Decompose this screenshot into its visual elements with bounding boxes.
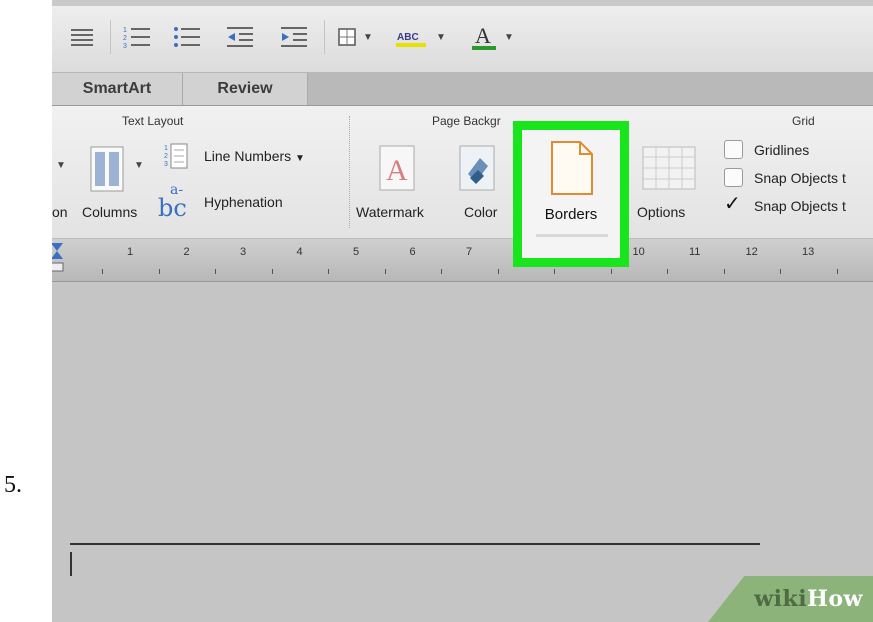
ruler-tick: [328, 269, 329, 274]
ruler-number: 6: [409, 246, 416, 258]
svg-text:2: 2: [123, 35, 127, 42]
ruler-tick: [723, 269, 725, 274]
columns-label[interactable]: Columns: [82, 204, 137, 220]
document-page[interactable]: wikiHow: [52, 282, 873, 622]
page-color-icon[interactable]: [458, 144, 498, 194]
ruler-number: 7: [466, 246, 473, 258]
tab-smartart[interactable]: SmartArt: [52, 73, 183, 105]
table-icon[interactable]: ▼: [334, 20, 376, 54]
wikihow-logo: wikiHow: [754, 586, 863, 612]
ruler-number: 10: [632, 246, 645, 258]
borders-label[interactable]: Borders: [522, 206, 620, 223]
color-label[interactable]: Color: [464, 204, 497, 220]
text-cursor: [70, 552, 72, 576]
wikihow-watermark: wikiHow: [708, 576, 873, 622]
highlight-icon[interactable]: ABC ▼: [392, 20, 450, 54]
columns-icon[interactable]: [90, 146, 130, 194]
ribbon: Text Layout ▼ ▼ on Columns 123 Line Numb…: [52, 106, 873, 239]
page-borders-icon[interactable]: [548, 140, 596, 196]
text-layout-group-title: Text Layout: [122, 114, 184, 128]
chevron-down-icon[interactable]: ▼: [504, 32, 514, 43]
align-justify-icon[interactable]: [66, 20, 98, 54]
svg-text:A: A: [386, 154, 408, 187]
snap-objects-checkbox[interactable]: [724, 168, 743, 187]
options-label[interactable]: Options: [637, 204, 685, 220]
ruler-tick: [836, 269, 838, 274]
ruler: 12345678910111213: [52, 239, 873, 282]
ruler-number: 3: [240, 246, 247, 258]
svg-text:2: 2: [164, 153, 168, 160]
paragraph-border-line: [70, 543, 760, 545]
svg-text:A: A: [475, 23, 491, 48]
wikihow-how-text: How: [807, 586, 863, 612]
group-divider: [349, 116, 350, 228]
ruler-number: 5: [353, 246, 360, 258]
ruler-number: 13: [802, 246, 815, 258]
watermark-icon[interactable]: A: [378, 144, 418, 194]
line-numbers-label[interactable]: Line Numbers ▼: [204, 148, 305, 164]
page-background-group-title: Page Backgr: [432, 114, 501, 128]
step-number: 5.: [4, 472, 22, 498]
ruler-number: 11: [689, 246, 701, 258]
toolbar-divider: [324, 20, 325, 54]
snap-objects-label[interactable]: Snap Objects t: [754, 170, 846, 186]
chevron-down-icon[interactable]: ▼: [295, 153, 305, 164]
chevron-down-icon[interactable]: ▼: [134, 160, 144, 171]
ruler-tick: [554, 269, 555, 274]
ruler-tick: [158, 269, 160, 274]
svg-text:3: 3: [123, 43, 127, 49]
borders-underline: [536, 234, 608, 237]
ruler-numbers: 12345678910111213: [52, 246, 873, 260]
ruler-number: 1: [127, 246, 134, 258]
increase-indent-icon[interactable]: [276, 20, 312, 54]
bullet-list-icon[interactable]: [170, 20, 204, 54]
ruler-tick: [441, 269, 442, 274]
partial-label: on: [52, 204, 68, 220]
chevron-down-icon[interactable]: ▼: [436, 32, 446, 43]
ruler-tick: [215, 269, 216, 274]
tab-review[interactable]: Review: [183, 73, 308, 105]
ruler-number: 4: [296, 246, 303, 258]
ruler-tick: [667, 269, 668, 274]
svg-text:3: 3: [164, 161, 168, 168]
ruler-tick: [780, 269, 781, 274]
ribbon-tab-bar: SmartArt Review: [52, 73, 873, 106]
svg-text:ABC: ABC: [397, 32, 419, 43]
hyphenation-label[interactable]: Hyphenation: [204, 194, 283, 210]
wikihow-wiki-text: wiki: [754, 586, 808, 612]
chevron-down-icon[interactable]: ▼: [363, 32, 373, 43]
svg-text:1: 1: [123, 27, 127, 34]
ruler-tick: [610, 269, 612, 274]
watermark-label[interactable]: Watermark: [356, 204, 424, 220]
ruler-tick: [102, 269, 103, 274]
formatting-toolbar: 123 ▼ ABC ▼ A ▼: [52, 6, 873, 73]
options-icon[interactable]: [642, 146, 696, 190]
ruler-tick: [497, 269, 499, 274]
line-numbers-text: Line Numbers: [204, 148, 292, 164]
font-color-icon[interactable]: A ▼: [468, 20, 518, 54]
word-window: 123 ▼ ABC ▼ A ▼ SmartArt Review Text Lay…: [52, 0, 873, 622]
ruler-number: 12: [745, 246, 758, 258]
ruler-number: 2: [183, 246, 190, 258]
borders-button-highlight[interactable]: Borders: [513, 121, 629, 267]
line-numbers-icon[interactable]: 123: [164, 142, 190, 170]
snap-objects-label-2[interactable]: Snap Objects t: [754, 198, 846, 214]
ruler-tick: [384, 269, 386, 274]
ruler-tick: [271, 269, 273, 274]
svg-text:1: 1: [164, 145, 168, 152]
gridlines-label[interactable]: Gridlines: [754, 142, 809, 158]
check-icon[interactable]: ✓: [724, 194, 744, 214]
decrease-indent-icon[interactable]: [222, 20, 258, 54]
chevron-down-icon[interactable]: ▼: [56, 160, 66, 171]
hyphen-glyph-bc: bc: [158, 194, 187, 222]
grid-group-title: Grid: [792, 114, 815, 128]
gridlines-checkbox[interactable]: [724, 140, 743, 159]
toolbar-divider: [110, 20, 111, 54]
numbered-list-icon[interactable]: 123: [120, 20, 154, 54]
hyphenation-icon[interactable]: a- bc: [156, 182, 200, 222]
